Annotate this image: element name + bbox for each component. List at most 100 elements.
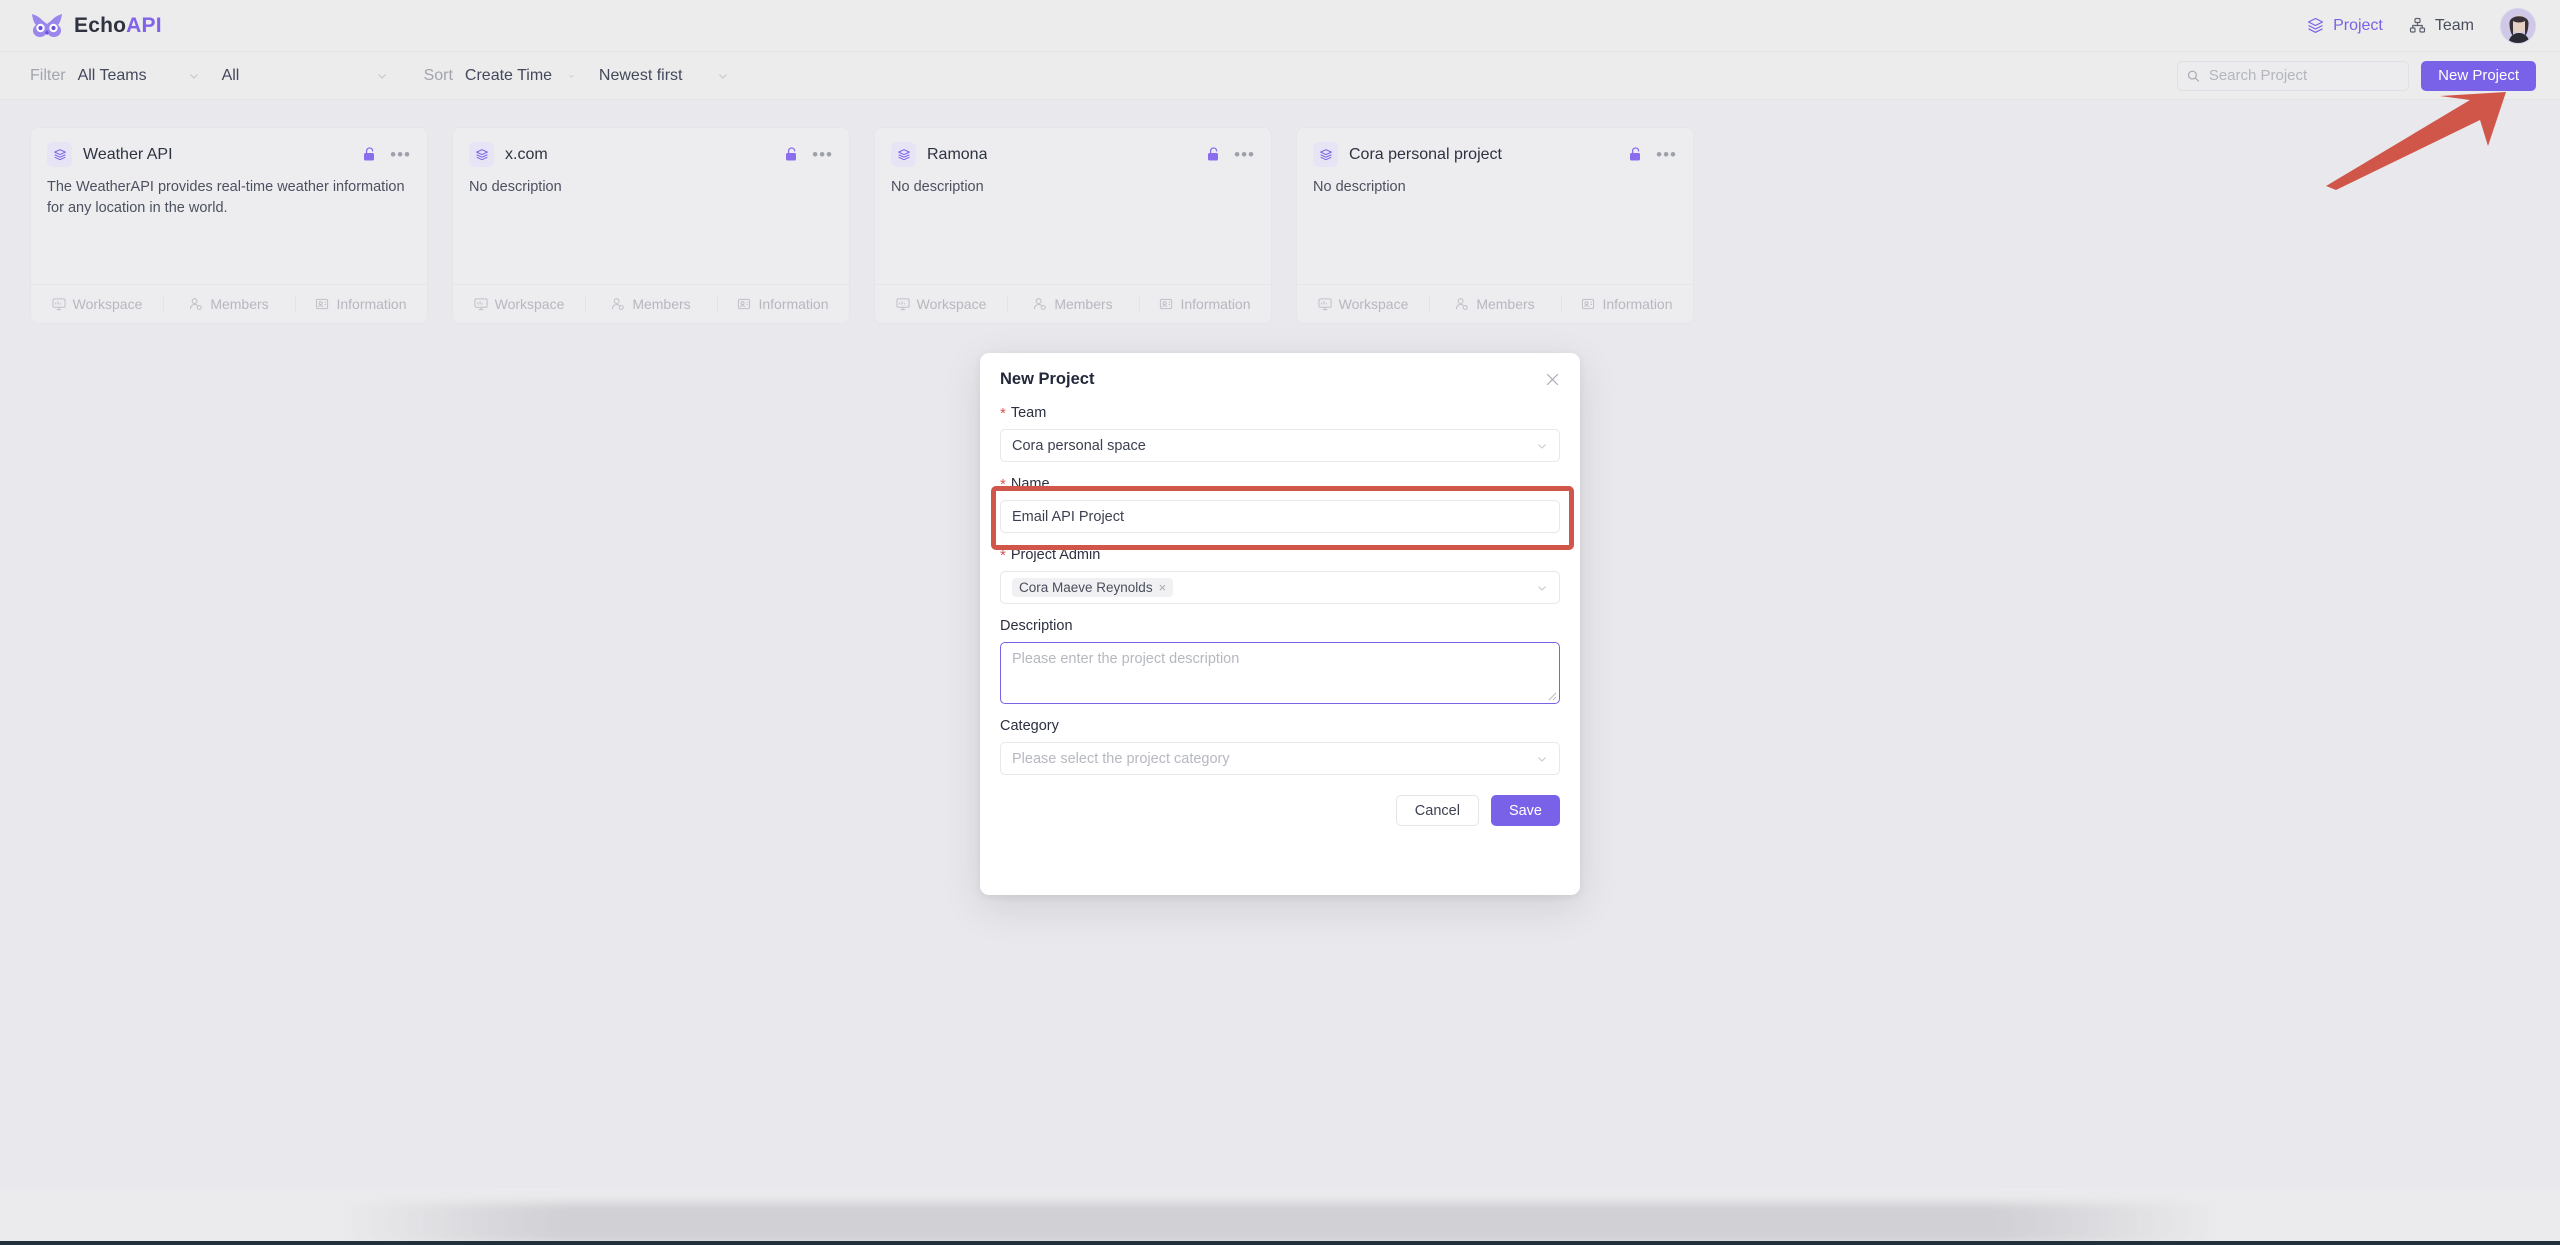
information-icon	[738, 298, 751, 310]
nav-item-team[interactable]: Team	[2409, 17, 2474, 35]
project-admin-chip-label: Cora Maeve Reynolds	[1019, 580, 1153, 595]
card-footer-workspace-label: Workspace	[1338, 296, 1409, 312]
org-chart-icon	[2409, 17, 2425, 33]
field-description: Description Please enter the project des…	[1000, 618, 1560, 704]
card-footer-information-label: Information	[1602, 296, 1673, 312]
members-icon	[1456, 298, 1469, 311]
project-card-more-button[interactable]: •••	[812, 146, 833, 163]
project-name-input[interactable]	[1012, 508, 1548, 525]
card-footer-workspace-label: Workspace	[494, 296, 565, 312]
close-icon[interactable]	[1545, 372, 1560, 387]
team-filter-select[interactable]: All Teams	[78, 61, 200, 91]
project-card-description: No description	[1313, 179, 1406, 195]
field-team: * Team Cora personal space	[1000, 405, 1560, 462]
card-footer-information[interactable]: Information	[295, 285, 427, 323]
project-card-footer: Workspace Members Information	[31, 284, 427, 323]
project-card-more-button[interactable]: •••	[1656, 146, 1677, 163]
bottom-edge-line	[0, 1241, 2560, 1245]
workspace-icon	[1318, 298, 1332, 311]
card-footer-information[interactable]: Information	[717, 285, 849, 323]
card-footer-members[interactable]: Members	[585, 285, 717, 323]
card-footer-workspace[interactable]: Workspace	[453, 285, 585, 323]
brand-logo[interactable]: EchoAPI	[30, 13, 162, 39]
unlock-icon[interactable]	[362, 147, 376, 162]
card-footer-workspace-label: Workspace	[72, 296, 143, 312]
dialog-header: New Project	[1000, 353, 1560, 405]
field-name-label: * Name	[1000, 476, 1560, 492]
card-footer-information[interactable]: Information	[1139, 285, 1271, 323]
chevron-down-icon	[1538, 585, 1546, 591]
project-card-header: x.com •••	[453, 128, 849, 167]
unlock-icon[interactable]	[1206, 147, 1220, 162]
project-card-title: Ramona	[927, 145, 988, 163]
project-card-grid: Weather API ••• The WeatherAPI provides …	[30, 127, 1694, 324]
project-admin-chip: Cora Maeve Reynolds ×	[1012, 578, 1174, 597]
unlock-icon[interactable]	[784, 147, 798, 162]
field-category: Category Please select the project categ…	[1000, 718, 1560, 775]
card-footer-members[interactable]: Members	[1429, 285, 1561, 323]
card-footer-workspace-label: Workspace	[916, 296, 987, 312]
save-button[interactable]: Save	[1490, 795, 1560, 826]
chevron-down-icon	[569, 74, 574, 78]
nav-item-project-label: Project	[2333, 16, 2383, 34]
project-card-actions: •••	[1628, 146, 1677, 163]
avatar-photo	[2501, 8, 2535, 43]
project-stack-icon	[469, 142, 494, 167]
card-footer-members[interactable]: Members	[163, 285, 295, 323]
project-card-actions: •••	[362, 146, 411, 163]
search-icon	[2188, 70, 2200, 82]
project-card-description: The WeatherAPI provides real-time weathe…	[47, 179, 405, 217]
team-select[interactable]: Cora personal space	[1000, 429, 1560, 462]
search-project-box[interactable]	[2177, 60, 2410, 91]
field-category-label: Category	[1000, 718, 1059, 734]
field-team-label: * Team	[1000, 405, 1560, 421]
project-card-footer: Workspace Members Information	[875, 284, 1271, 323]
field-project-admin: * Project Admin Cora Maeve Reynolds ×	[1000, 547, 1560, 604]
field-name: * Name	[1000, 476, 1560, 533]
card-footer-workspace[interactable]: Workspace	[31, 285, 163, 323]
sort-field-value: Create Time	[464, 66, 553, 84]
card-footer-workspace[interactable]: Workspace	[875, 285, 1007, 323]
category-select[interactable]: Please select the project category	[1000, 742, 1560, 775]
brand-name-dark: Echo	[74, 13, 127, 37]
project-card[interactable]: Ramona ••• No description Workspace Memb…	[874, 127, 1272, 324]
sort-field-select[interactable]: Create Time	[465, 61, 575, 91]
cancel-button[interactable]: Cancel	[1395, 795, 1479, 826]
type-filter-select[interactable]: All	[222, 61, 388, 91]
project-card[interactable]: x.com ••• No description Workspace Membe…	[452, 127, 850, 324]
sort-order-select[interactable]: Newest first	[599, 61, 729, 91]
project-stack-icon	[891, 142, 916, 167]
sort-order-value: Newest first	[598, 66, 683, 84]
project-card-footer: Workspace Members Information	[453, 284, 849, 323]
information-icon	[1160, 298, 1173, 310]
resize-handle-icon[interactable]	[1547, 691, 1557, 701]
brand-name-accent: API	[126, 13, 162, 37]
filter-label: Filter	[30, 66, 66, 84]
project-admin-select[interactable]: Cora Maeve Reynolds ×	[1000, 571, 1560, 604]
project-name-input-wrapper[interactable]	[1000, 500, 1560, 533]
project-card-more-button[interactable]: •••	[390, 146, 411, 163]
nav-item-project[interactable]: Project	[2307, 17, 2383, 35]
top-bar: EchoAPI Project Team	[0, 0, 2560, 52]
project-card[interactable]: Cora personal project ••• No description	[1296, 127, 1694, 324]
new-project-button[interactable]: New Project	[2421, 60, 2536, 91]
card-footer-members-label: Members	[210, 296, 269, 312]
bottom-strip-shadow	[340, 1203, 2220, 1243]
field-project-admin-label-text: Project Admin	[1010, 547, 1101, 563]
field-project-admin-label: * Project Admin	[1000, 547, 1560, 563]
card-footer-information[interactable]: Information	[1561, 285, 1693, 323]
chevron-down-icon	[189, 73, 198, 79]
search-input[interactable]	[2206, 66, 2400, 85]
description-textarea[interactable]: Please enter the project description	[1000, 642, 1560, 704]
user-avatar[interactable]	[2500, 7, 2536, 44]
card-footer-members[interactable]: Members	[1007, 285, 1139, 323]
information-icon	[316, 298, 329, 310]
card-footer-workspace[interactable]: Workspace	[1297, 285, 1429, 323]
unlock-icon[interactable]	[1628, 147, 1642, 162]
project-stack-icon	[47, 142, 72, 167]
project-card-more-button[interactable]: •••	[1234, 146, 1255, 163]
members-icon	[190, 298, 203, 311]
project-card[interactable]: Weather API ••• The WeatherAPI provides …	[30, 127, 428, 324]
card-footer-information-label: Information	[336, 296, 407, 312]
chip-remove-icon[interactable]: ×	[1159, 580, 1167, 595]
